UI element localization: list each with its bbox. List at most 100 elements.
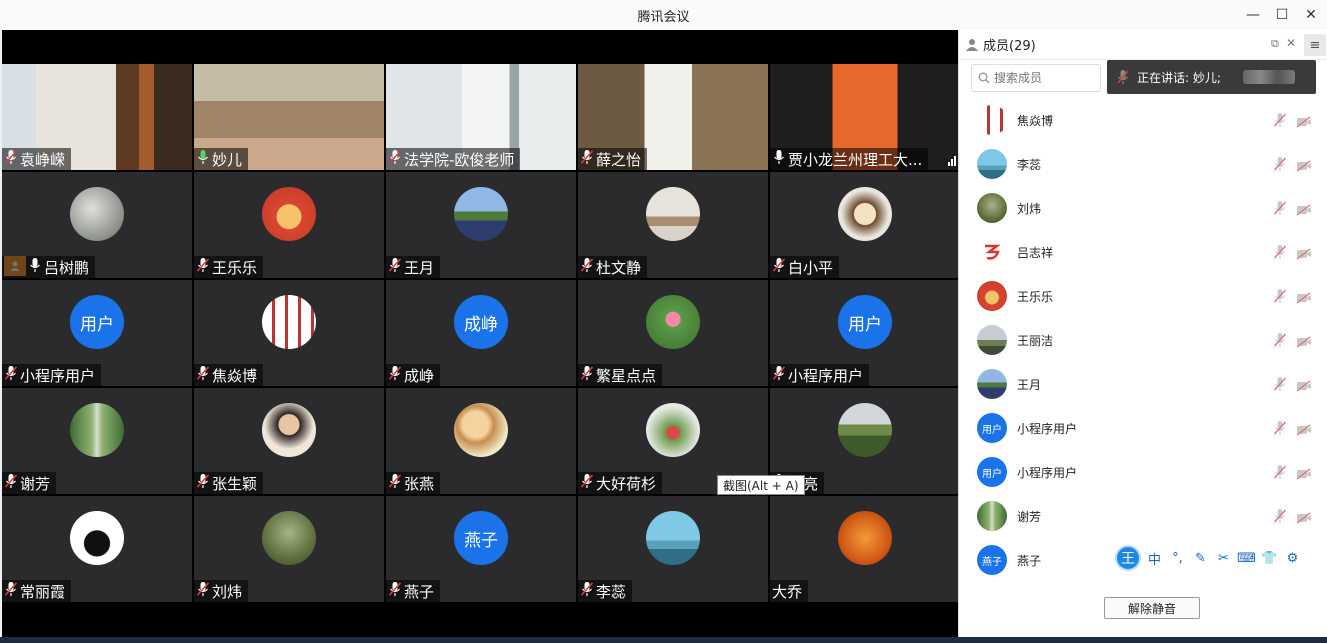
video-tile[interactable]: 李蕊 bbox=[578, 496, 768, 602]
skin-icon[interactable]: 👕 bbox=[1260, 548, 1279, 568]
speaking-text: 正在讲话: 妙儿; bbox=[1137, 70, 1221, 85]
mic-off-icon[interactable] bbox=[1273, 156, 1287, 176]
popout-icon[interactable]: ⧉ bbox=[1271, 37, 1279, 51]
video-tile[interactable]: 用户小程序用户 bbox=[770, 280, 960, 386]
camera-off-icon[interactable] bbox=[1296, 421, 1312, 440]
mic-off-icon bbox=[4, 149, 18, 169]
video-tile[interactable]: 薛之怡 bbox=[578, 64, 768, 170]
video-tile[interactable]: 张燕 bbox=[386, 388, 576, 494]
mic-off-icon[interactable] bbox=[1273, 508, 1287, 528]
video-tile[interactable]: 贾小龙兰州理工大... bbox=[770, 64, 960, 170]
video-tile[interactable]: 吕树鹏 bbox=[2, 172, 192, 278]
video-tile[interactable]: 张生颖 bbox=[194, 388, 384, 494]
video-tile[interactable]: 用户 小程序用户 bbox=[2, 280, 192, 386]
mic-on-icon bbox=[772, 149, 786, 169]
mic-off-icon bbox=[4, 473, 18, 493]
member-row[interactable]: 吕志祥 bbox=[959, 230, 1327, 274]
mic-off-icon[interactable] bbox=[1273, 420, 1287, 440]
video-tile[interactable]: 常丽霞 bbox=[2, 496, 192, 602]
member-avatar bbox=[977, 237, 1007, 267]
participant-nameplate: 吕树鹏 bbox=[2, 256, 96, 278]
member-row[interactable]: 王丽洁 bbox=[959, 318, 1327, 362]
mic-off-icon[interactable] bbox=[1273, 112, 1287, 132]
mic-off-icon[interactable] bbox=[1273, 288, 1287, 308]
video-tile[interactable]: 杜文静 bbox=[578, 172, 768, 278]
video-tile[interactable]: 刘炜 bbox=[194, 496, 384, 602]
scissors-icon[interactable]: ✂ bbox=[1214, 548, 1233, 568]
member-avatar: 用户 bbox=[977, 457, 1007, 487]
ime-logo[interactable]: 王 bbox=[1115, 545, 1141, 571]
member-row[interactable]: 王乐乐 bbox=[959, 274, 1327, 318]
camera-off-icon[interactable] bbox=[1296, 201, 1312, 220]
participant-name: 王乐乐 bbox=[212, 258, 258, 277]
member-row[interactable]: 用户 小程序用户 bbox=[959, 450, 1327, 494]
video-tile[interactable]: 成峥 成峥 bbox=[386, 280, 576, 386]
video-tile[interactable]: 袁峥嵘 bbox=[2, 64, 192, 170]
unmute-button[interactable]: 解除静音 bbox=[1104, 597, 1200, 619]
video-tile[interactable]: 大乔 bbox=[770, 496, 960, 602]
member-row[interactable]: 焦焱博 bbox=[959, 98, 1327, 142]
camera-off-icon[interactable] bbox=[1296, 157, 1312, 176]
maximize-button[interactable]: ☐ bbox=[1271, 4, 1293, 26]
video-tile[interactable]: 繁星点点 bbox=[578, 280, 768, 386]
panel-menu-icon[interactable]: ≡ bbox=[1304, 34, 1326, 56]
member-avatar bbox=[977, 369, 1007, 399]
participant-nameplate: 法学院-欧俊老师 bbox=[386, 148, 521, 170]
participant-name: 白小平 bbox=[788, 258, 834, 277]
video-tile[interactable]: 妙儿 bbox=[194, 64, 384, 170]
member-search-input[interactable] bbox=[994, 71, 1094, 85]
pen-icon[interactable]: ✎ bbox=[1191, 548, 1210, 568]
camera-off-icon[interactable] bbox=[1296, 465, 1312, 484]
camera-off-icon[interactable] bbox=[1296, 377, 1312, 396]
video-tile[interactable]: 法学院-欧俊老师 bbox=[386, 64, 576, 170]
video-tile[interactable]: 燕子 燕子 bbox=[386, 496, 576, 602]
camera-off-icon[interactable] bbox=[1296, 333, 1312, 352]
mic-off-icon[interactable] bbox=[1273, 244, 1287, 264]
camera-off-icon[interactable] bbox=[1296, 113, 1312, 132]
member-search[interactable] bbox=[971, 64, 1101, 92]
keyboard-icon[interactable]: ⌨ bbox=[1237, 548, 1256, 568]
ime-punctuation-button[interactable]: °, bbox=[1168, 548, 1187, 568]
camera-off-icon[interactable] bbox=[1296, 509, 1312, 528]
participant-avatar bbox=[70, 403, 124, 457]
member-name: 小程序用户 bbox=[1017, 421, 1078, 436]
mic-off-icon[interactable] bbox=[1273, 376, 1287, 396]
window-title: 腾讯会议 bbox=[637, 10, 690, 25]
participant-nameplate: 薛之怡 bbox=[578, 148, 648, 170]
member-row[interactable]: 李蕊 bbox=[959, 142, 1327, 186]
member-row[interactable]: 王月 bbox=[959, 362, 1327, 406]
participant-nameplate: 贾小龙兰州理工大... bbox=[770, 148, 929, 170]
video-tile[interactable]: 王乐乐 bbox=[194, 172, 384, 278]
participant-avatar bbox=[838, 511, 892, 565]
panel-close-icon[interactable]: ✕ bbox=[1286, 36, 1296, 50]
minimize-button[interactable]: — bbox=[1242, 4, 1264, 26]
camera-off-icon[interactable] bbox=[1296, 289, 1312, 308]
video-tile[interactable]: 焦焱博 bbox=[194, 280, 384, 386]
video-tile[interactable]: 王月 bbox=[386, 172, 576, 278]
video-tile[interactable]: 谢芳 bbox=[2, 388, 192, 494]
participant-nameplate: 张生颖 bbox=[194, 472, 264, 494]
mic-off-icon[interactable] bbox=[1273, 332, 1287, 352]
member-row[interactable]: 刘炜 bbox=[959, 186, 1327, 230]
ime-chinese-button[interactable]: 中 bbox=[1145, 548, 1164, 568]
video-grid: 袁峥嵘 妙儿 法学院-欧俊老师 薛之怡 贾小龙兰州理工大... 吕树鹏 王乐乐 王月 杜文静 白小… bbox=[2, 64, 960, 604]
mic-off-icon bbox=[196, 581, 210, 601]
member-row[interactable]: 谢芳 bbox=[959, 494, 1327, 538]
settings-icon[interactable]: ⚙ bbox=[1283, 548, 1302, 568]
participant-avatar: 用户 bbox=[838, 295, 892, 349]
mic-off-icon[interactable] bbox=[1273, 200, 1287, 220]
participant-name: 小程序用户 bbox=[788, 366, 864, 385]
participant-avatar: 成峥 bbox=[454, 295, 508, 349]
member-name: 燕子 bbox=[1017, 553, 1042, 568]
participant-avatar bbox=[646, 187, 700, 241]
video-tile[interactable]: 白小平 bbox=[770, 172, 960, 278]
participant-nameplate: 白小平 bbox=[770, 256, 840, 278]
member-avatar bbox=[977, 193, 1007, 223]
mic-off-icon bbox=[196, 365, 210, 385]
participant-avatar bbox=[262, 187, 316, 241]
camera-off-icon[interactable] bbox=[1296, 245, 1312, 264]
participant-nameplate: 谢芳 bbox=[2, 472, 57, 494]
member-row[interactable]: 用户 小程序用户 bbox=[959, 406, 1327, 450]
mic-off-icon[interactable] bbox=[1273, 464, 1287, 484]
close-button[interactable]: ✕ bbox=[1300, 4, 1322, 26]
